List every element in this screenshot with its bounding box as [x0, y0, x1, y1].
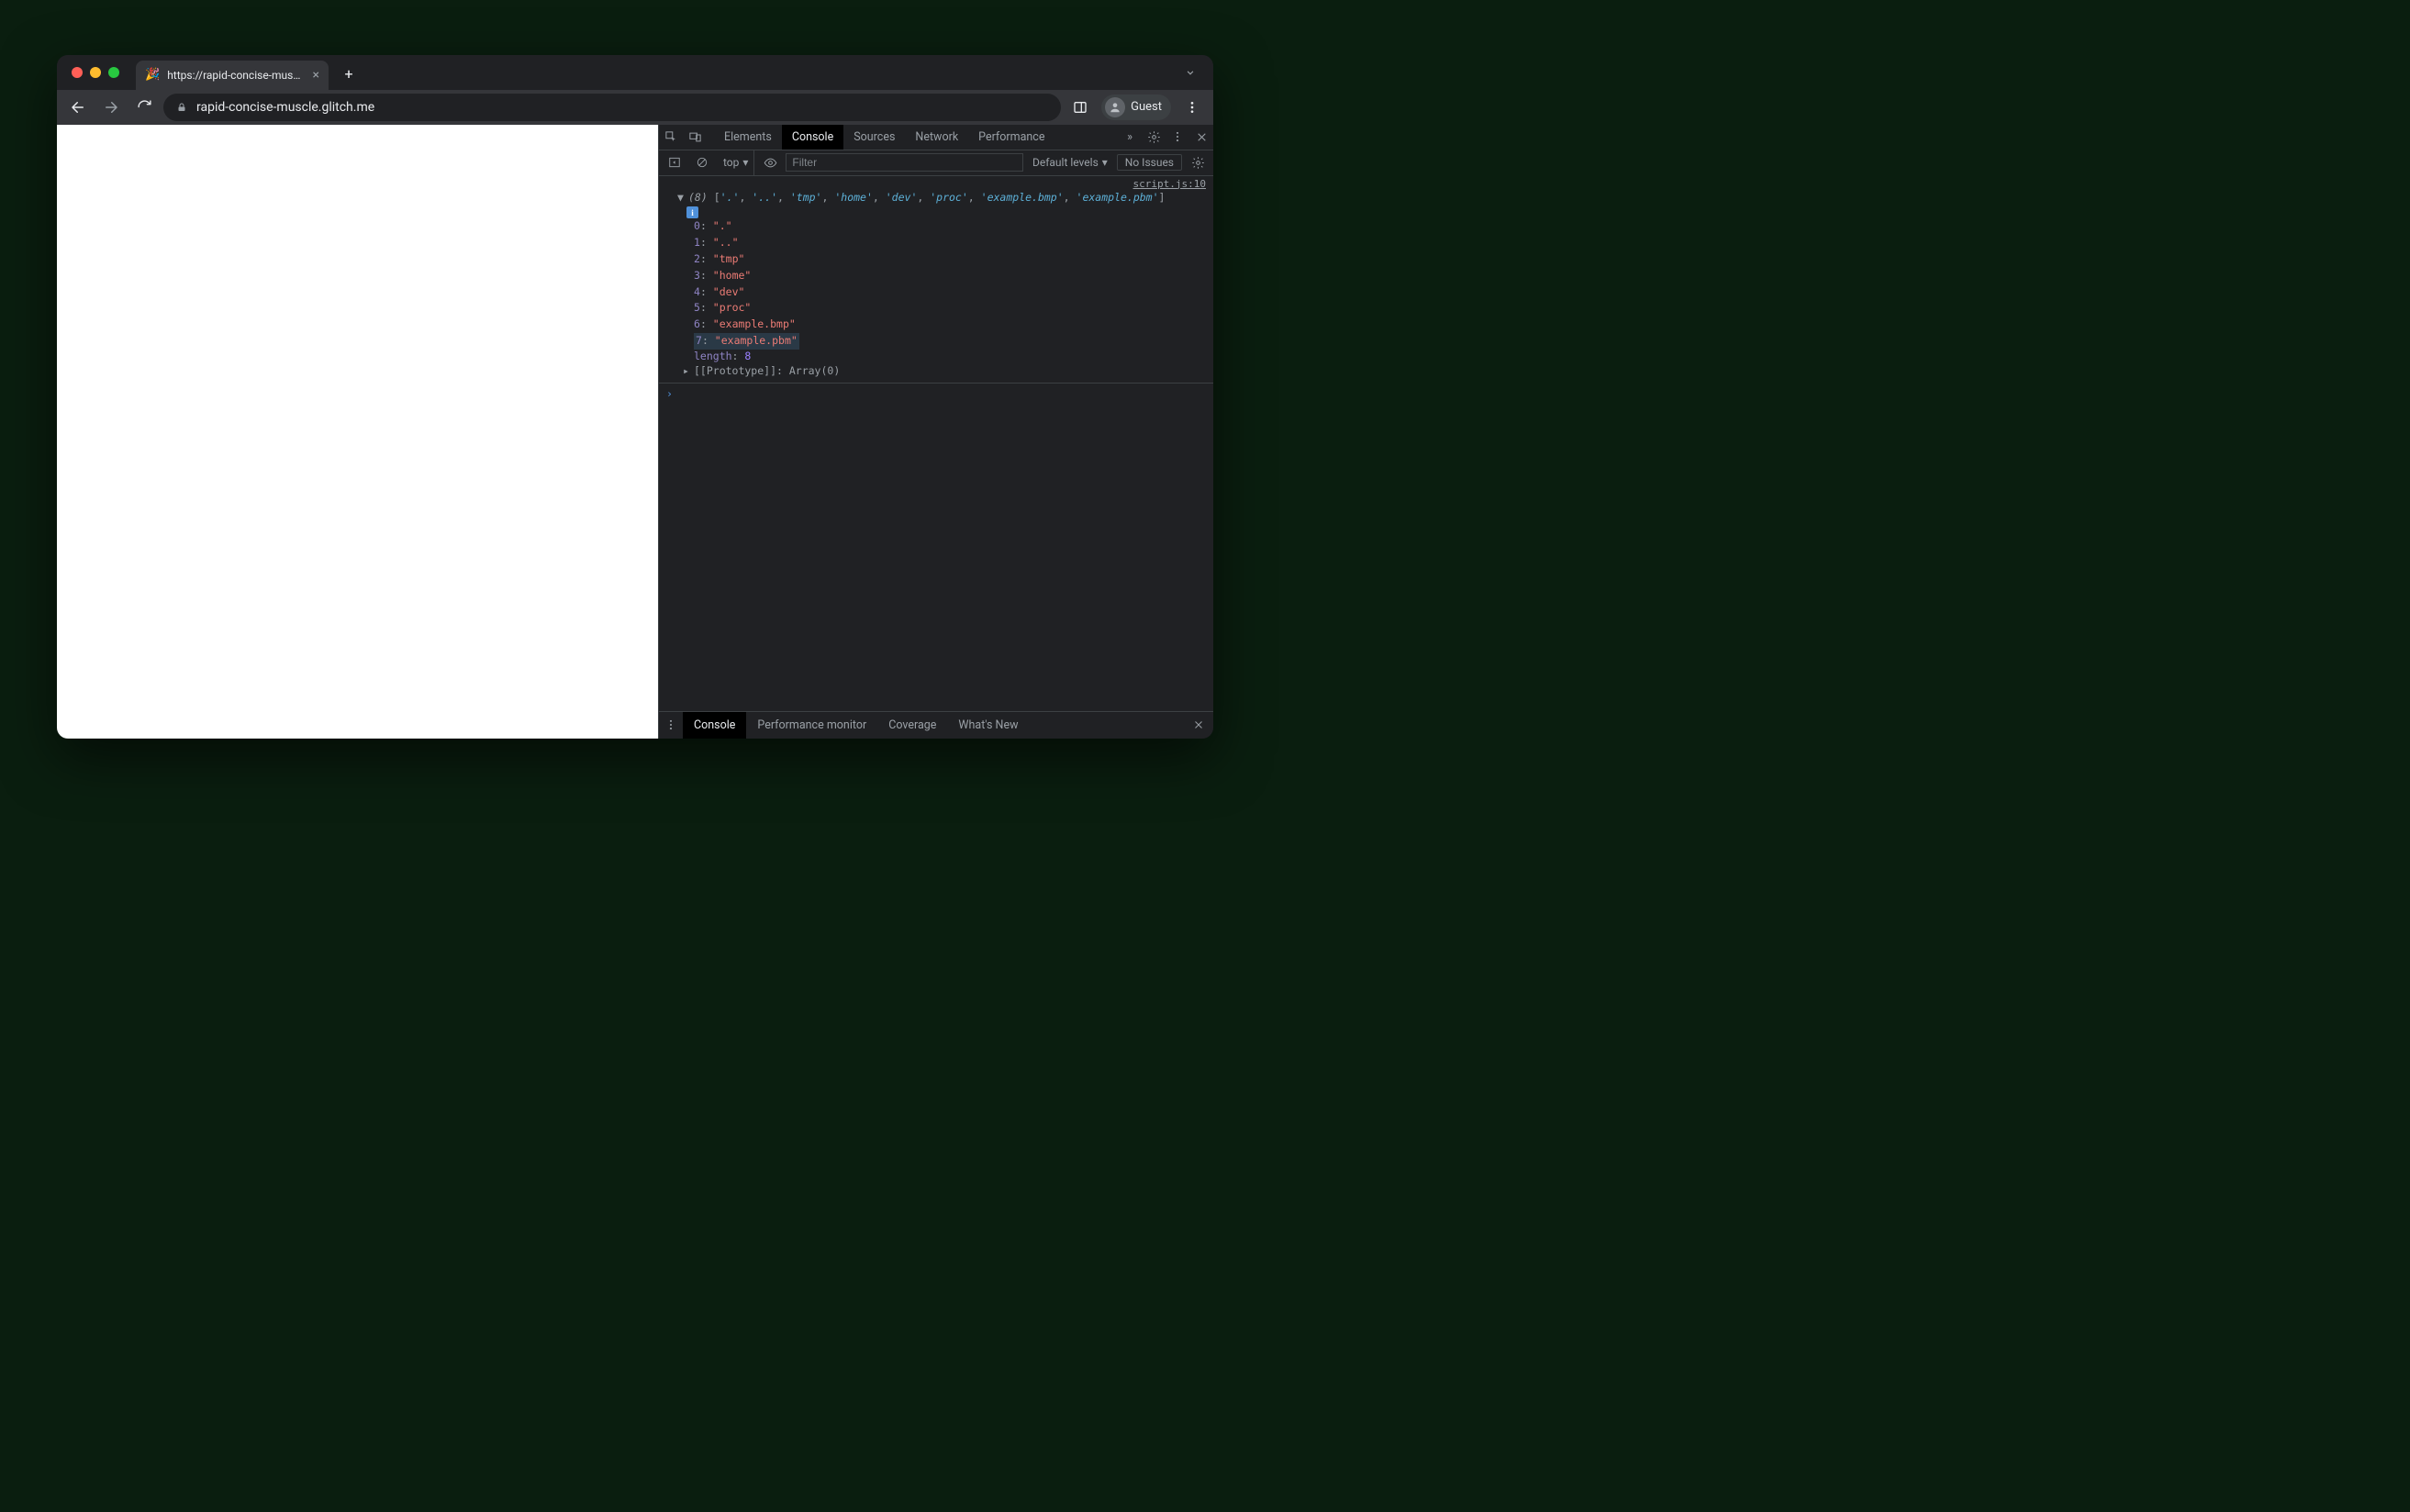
arrow-left-icon [70, 99, 86, 116]
drawer-tab-coverage[interactable]: Coverage [877, 712, 947, 739]
array-item[interactable]: 6: "example.bmp" [694, 317, 1213, 333]
devtools-menu-button[interactable] [1166, 125, 1189, 150]
info-badge-icon[interactable]: i [686, 206, 698, 218]
chevron-double-right-icon: » [1127, 130, 1132, 144]
tab-elements[interactable]: Elements [714, 125, 782, 150]
devtools-tab-bar: Elements Console Sources Network Perform… [659, 125, 1213, 150]
reload-button[interactable] [130, 94, 158, 121]
tab-title: https://rapid-concise-muscle.g [167, 69, 305, 82]
log-array-summary[interactable]: ▼ (8) ['.', '..', 'tmp', 'home', 'dev', … [659, 190, 1213, 206]
devtools-drawer: Console Performance monitor Coverage Wha… [659, 711, 1213, 739]
kebab-icon [664, 718, 677, 731]
tab-console[interactable]: Console [782, 125, 843, 150]
browser-menu-button[interactable] [1178, 94, 1206, 121]
drawer-tab-whats-new[interactable]: What's New [947, 712, 1029, 739]
console-settings-button[interactable] [1186, 150, 1210, 175]
avatar-icon [1105, 97, 1125, 117]
tab-performance[interactable]: Performance [968, 125, 1054, 150]
page-viewport[interactable] [57, 125, 658, 739]
side-panel-button[interactable] [1066, 94, 1094, 121]
array-items-list: 0: "."1: ".."2: "tmp"3: "home"4: "dev"5:… [659, 218, 1213, 350]
panel-icon [1073, 100, 1088, 115]
url-text: rapid-concise-muscle.glitch.me [196, 100, 374, 115]
context-selector[interactable]: top ▾ [718, 150, 754, 175]
reload-icon [137, 99, 152, 115]
expand-triangle-icon[interactable]: ▸ [683, 362, 694, 379]
pointer-icon [664, 130, 678, 144]
array-item[interactable]: 7: "example.pbm" [694, 333, 799, 350]
console-toolbar: top ▾ Default levels ▾ No Issues [659, 150, 1213, 176]
drawer-tab-performance-monitor[interactable]: Performance monitor [746, 712, 877, 739]
gear-icon [1191, 156, 1205, 170]
close-icon [1196, 131, 1208, 143]
window-controls [72, 67, 119, 78]
gear-icon [1147, 130, 1161, 144]
console-prompt[interactable]: › [659, 383, 1213, 404]
drawer-close-button[interactable] [1184, 719, 1213, 730]
source-link[interactable]: script.js:10 [659, 178, 1213, 190]
tab-sources[interactable]: Sources [843, 125, 905, 150]
tab-network[interactable]: Network [905, 125, 968, 150]
array-item[interactable]: 4: "dev" [694, 284, 1213, 301]
more-tabs-button[interactable]: » [1118, 125, 1142, 150]
arrow-right-icon [103, 99, 119, 116]
eye-icon [764, 156, 777, 170]
array-item[interactable]: 5: "proc" [694, 300, 1213, 317]
caret-down-icon: ▾ [742, 156, 748, 169]
maximize-window-button[interactable] [108, 67, 119, 78]
clear-console-button[interactable] [690, 150, 714, 175]
browser-window: 🎉 https://rapid-concise-muscle.g × + rap… [57, 55, 1213, 739]
devtools-panel: Elements Console Sources Network Perform… [658, 125, 1213, 739]
profile-label: Guest [1131, 100, 1162, 114]
drawer-tab-console[interactable]: Console [683, 712, 746, 739]
forward-button[interactable] [97, 94, 125, 121]
array-item[interactable]: 2: "tmp" [694, 251, 1213, 268]
content-area: Elements Console Sources Network Perform… [57, 125, 1213, 739]
minimize-window-button[interactable] [90, 67, 101, 78]
array-summary-text: (8) ['.', '..', 'tmp', 'home', 'dev', 'p… [688, 190, 1165, 206]
back-button[interactable] [64, 94, 92, 121]
array-item[interactable]: 1: ".." [694, 235, 1213, 251]
tab-favicon-icon: 🎉 [145, 68, 160, 82]
browser-toolbar: rapid-concise-muscle.glitch.me Guest [57, 90, 1213, 125]
collapse-triangle-icon[interactable]: ▼ [677, 190, 688, 206]
ban-icon [696, 156, 708, 169]
live-expression-button[interactable] [758, 150, 782, 175]
levels-label: Default levels [1032, 156, 1099, 169]
panel-left-icon [668, 156, 681, 169]
array-length-line: length: 8 [659, 350, 1213, 362]
inspect-element-button[interactable] [659, 125, 683, 150]
console-filter-input[interactable] [786, 153, 1023, 172]
kebab-icon [1185, 100, 1199, 115]
profile-chip[interactable]: Guest [1101, 94, 1171, 120]
prototype-line[interactable]: ▸[[Prototype]]: Array(0) [659, 362, 1213, 379]
tab-bar: 🎉 https://rapid-concise-muscle.g × + [57, 55, 1213, 90]
devices-icon [688, 130, 702, 144]
caret-down-icon: ▾ [1102, 156, 1108, 169]
browser-tab[interactable]: 🎉 https://rapid-concise-muscle.g × [136, 61, 329, 90]
new-tab-button[interactable]: + [336, 61, 362, 87]
devtools-settings-button[interactable] [1142, 125, 1166, 150]
toolbar-right: Guest [1066, 94, 1206, 121]
console-output[interactable]: script.js:10 ▼ (8) ['.', '..', 'tmp', 'h… [659, 176, 1213, 711]
array-item[interactable]: 0: "." [694, 218, 1213, 235]
chevron-down-icon [1184, 66, 1197, 79]
device-toolbar-button[interactable] [683, 125, 707, 150]
tab-close-icon[interactable]: × [313, 68, 319, 83]
context-label: top [723, 156, 739, 169]
array-item[interactable]: 3: "home" [694, 268, 1213, 284]
devtools-close-button[interactable] [1189, 125, 1213, 150]
toggle-sidebar-button[interactable] [663, 150, 686, 175]
issues-chip[interactable]: No Issues [1117, 154, 1182, 171]
address-bar[interactable]: rapid-concise-muscle.glitch.me [163, 94, 1061, 121]
lock-icon [176, 102, 187, 113]
tab-overflow-button[interactable] [1175, 66, 1206, 79]
drawer-menu-button[interactable] [659, 718, 683, 731]
kebab-icon [1171, 130, 1184, 143]
close-window-button[interactable] [72, 67, 83, 78]
log-levels-dropdown[interactable]: Default levels ▾ [1027, 156, 1113, 169]
close-icon [1193, 719, 1204, 730]
